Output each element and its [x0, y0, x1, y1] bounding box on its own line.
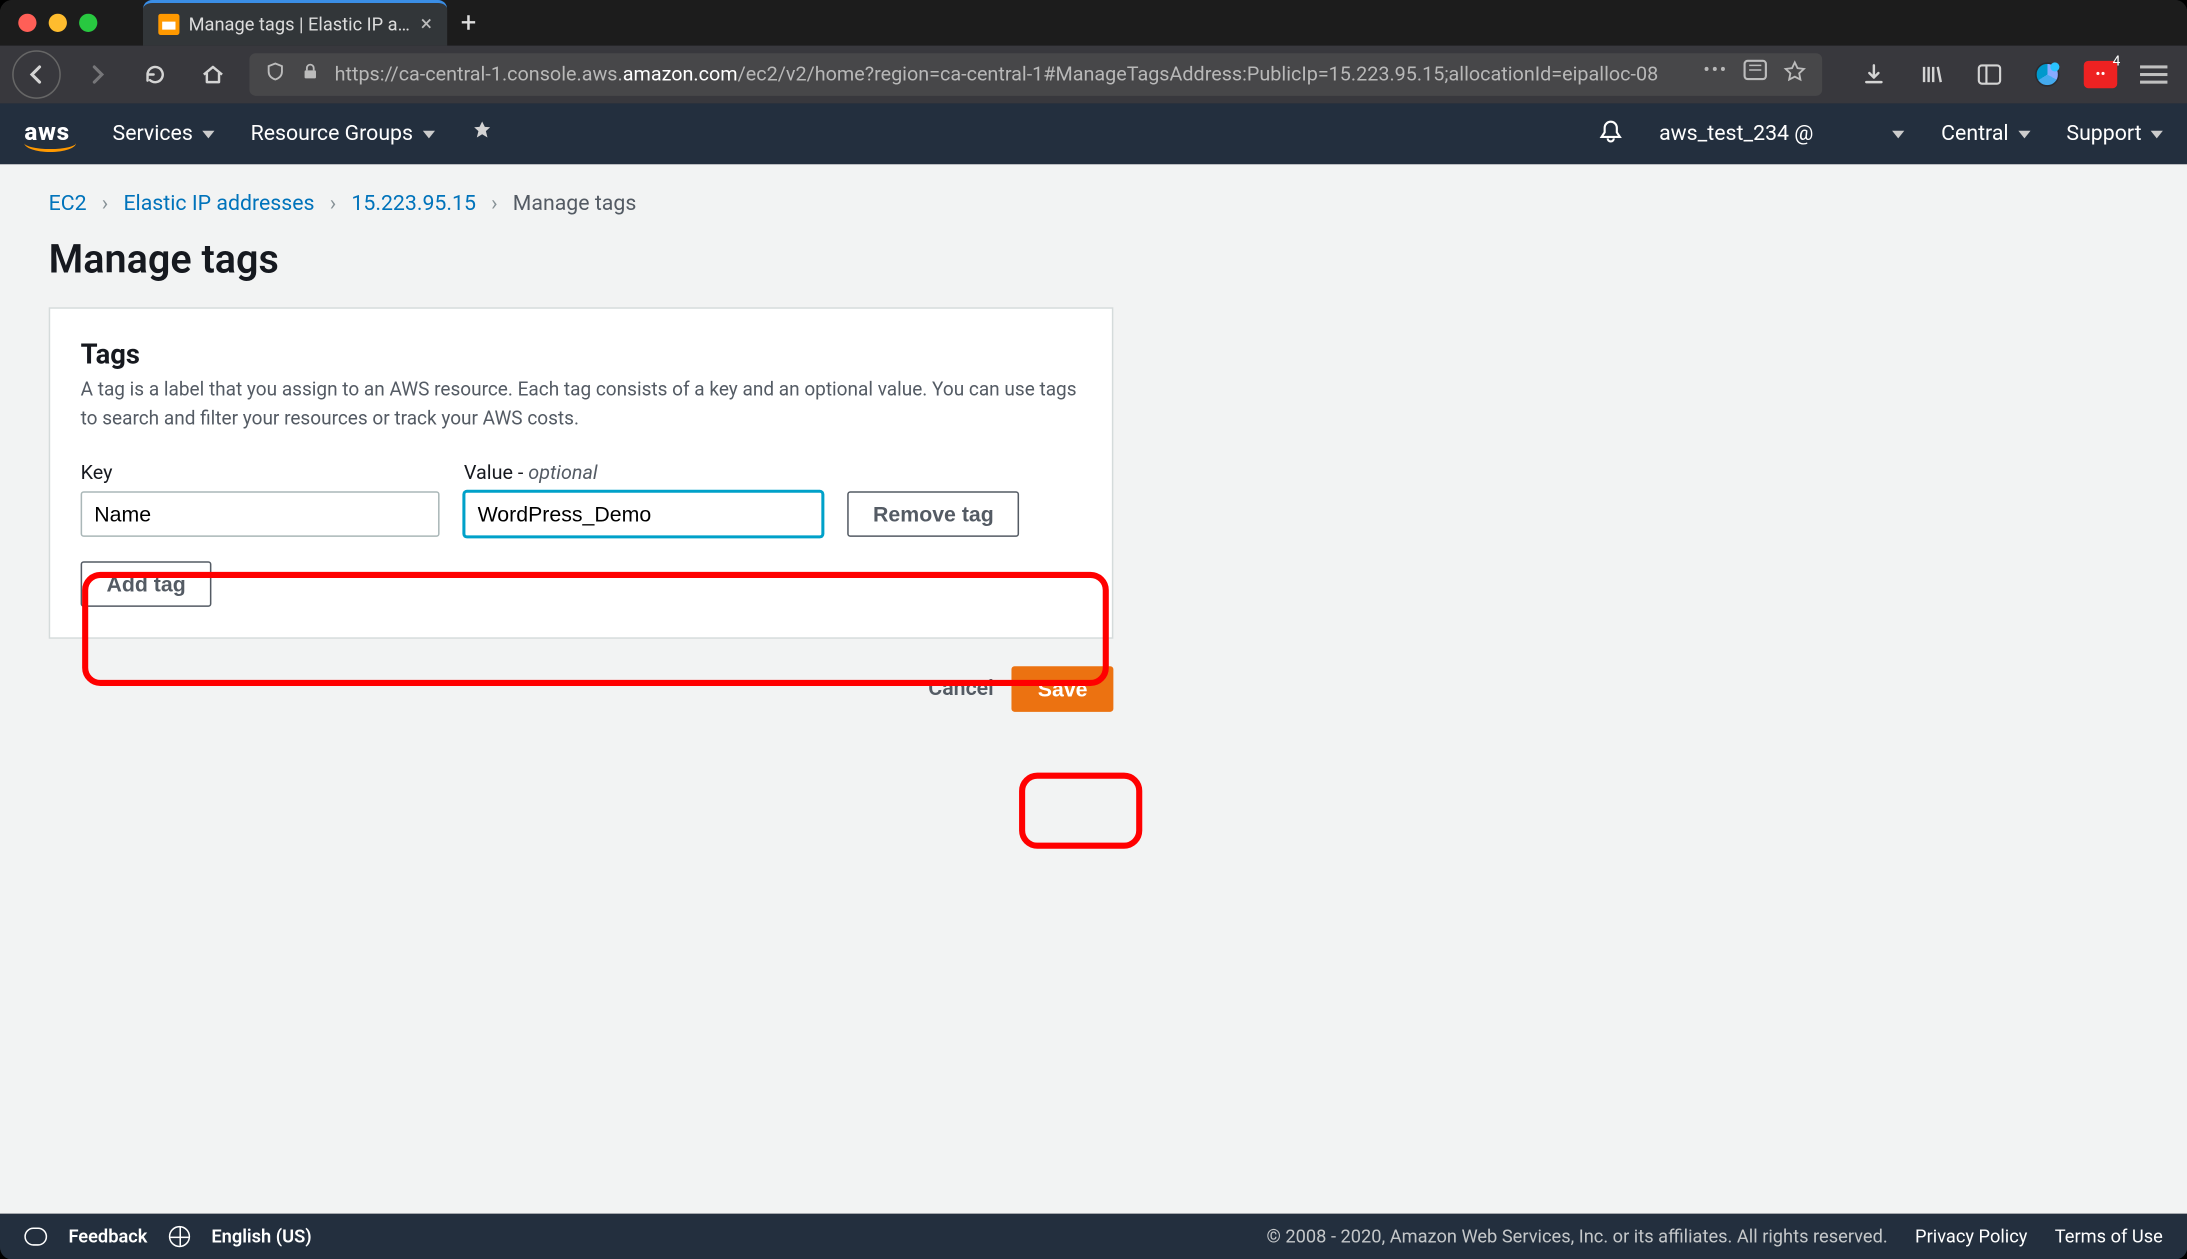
services-label: Services [113, 122, 193, 146]
breadcrumb-current: Manage tags [513, 192, 637, 216]
support-menu[interactable]: Support [2066, 122, 2162, 146]
chevron-down-icon [2018, 130, 2030, 138]
url-prefix: https://ca-central-1.console.aws. [335, 63, 623, 86]
tab-close-icon[interactable]: × [421, 12, 432, 36]
url-suffix: /ec2/v2/home?region=ca-central-1#ManageT… [738, 63, 1659, 86]
key-label: Key [81, 462, 440, 485]
page-title: Manage tags [49, 237, 2139, 283]
extension-badge[interactable]: ••4 [2084, 53, 2117, 96]
address-bar: https://ca-central-1.console.aws.amazon.… [0, 46, 2187, 104]
tag-row: Key Value - optional Remove tag [81, 462, 1082, 537]
tag-value-input[interactable] [464, 491, 823, 537]
shield-icon [265, 61, 286, 88]
globe-icon [169, 1226, 190, 1247]
nav-back-button[interactable] [12, 50, 61, 99]
titlebar: Manage tags | Elastic IP addres × + [0, 0, 2187, 46]
ellipsis-icon[interactable]: ••• [1703, 59, 1728, 89]
aws-header: aws Services Resource Groups aws_test_23… [0, 103, 2187, 164]
url-field[interactable]: https://ca-central-1.console.aws.amazon.… [249, 53, 1822, 96]
breadcrumb-ec2[interactable]: EC2 [49, 192, 87, 216]
pin-icon[interactable] [471, 120, 492, 147]
key-field: Key [81, 462, 440, 537]
nav-home-button[interactable] [192, 53, 235, 96]
traffic-lights [0, 14, 97, 32]
value-label: Value - optional [464, 462, 823, 485]
nav-reload-button[interactable] [134, 53, 177, 96]
feedback-link[interactable]: Feedback [68, 1226, 147, 1247]
library-button[interactable] [1910, 53, 1953, 96]
aws-footer: Feedback English (US) © 2008 - 2020, Ama… [0, 1214, 2187, 1259]
remove-tag-button[interactable]: Remove tag [847, 491, 1019, 537]
lock-icon [301, 62, 319, 86]
nav-forward-button[interactable] [76, 53, 119, 96]
notifications-bell-icon[interactable] [1598, 119, 1622, 149]
region-label: Central [1941, 122, 2008, 146]
url-domain: amazon.com [623, 63, 738, 86]
tab-strip: Manage tags | Elastic IP addres × + [143, 0, 490, 46]
account-label: aws_test_234 @ [1659, 122, 1813, 146]
chevron-down-icon [422, 130, 434, 138]
tags-panel: Tags A tag is a label that you assign to… [49, 307, 1114, 638]
support-label: Support [2066, 122, 2141, 146]
content-area: EC2 › Elastic IP addresses › 15.223.95.1… [0, 164, 2187, 1213]
browser-tab-active[interactable]: Manage tags | Elastic IP addres × [143, 0, 447, 46]
form-footer: Cancel Save [49, 665, 1114, 711]
new-tab-button[interactable]: + [447, 0, 490, 46]
window-minimize-button[interactable] [49, 14, 67, 32]
language-selector[interactable]: English (US) [211, 1226, 311, 1247]
region-menu[interactable]: Central [1941, 122, 2030, 146]
account-button[interactable] [2026, 53, 2069, 96]
value-label-optional: optional [528, 462, 597, 485]
sidebar-toggle-button[interactable] [1968, 53, 2011, 96]
favicon-aws-icon [158, 14, 179, 35]
terms-link[interactable]: Terms of Use [2055, 1226, 2163, 1247]
breadcrumb-eip[interactable]: Elastic IP addresses [123, 192, 314, 216]
account-menu[interactable]: aws_test_234 @ [1659, 122, 1905, 146]
chevron-down-icon [202, 130, 214, 138]
add-tag-button[interactable]: Add tag [81, 560, 212, 606]
chevron-right-icon: › [330, 192, 336, 216]
breadcrumb: EC2 › Elastic IP addresses › 15.223.95.1… [49, 192, 2139, 216]
chevron-right-icon: › [491, 192, 497, 216]
chevron-right-icon: › [102, 192, 108, 216]
feedback-icon [24, 1227, 47, 1245]
app-menu-button[interactable] [2132, 53, 2175, 96]
tab-title: Manage tags | Elastic IP addres [189, 14, 412, 35]
save-button[interactable]: Save [1012, 665, 1113, 711]
breadcrumb-ip[interactable]: 15.223.95.15 [351, 192, 476, 216]
panel-description: A tag is a label that you assign to an A… [81, 377, 1082, 434]
cancel-button[interactable]: Cancel [928, 676, 993, 700]
browser-window: Manage tags | Elastic IP addres × + [0, 0, 2187, 1259]
panel-title: Tags [81, 339, 1082, 371]
aws-header-right: aws_test_234 @ Central Support [1598, 119, 2163, 149]
services-menu[interactable]: Services [113, 122, 215, 146]
resource-groups-menu[interactable]: Resource Groups [251, 122, 435, 146]
chevron-down-icon [2151, 130, 2163, 138]
privacy-link[interactable]: Privacy Policy [1915, 1226, 2027, 1247]
tag-key-input[interactable] [81, 491, 440, 537]
downloads-button[interactable] [1853, 53, 1896, 96]
bookmark-star-icon[interactable] [1783, 59, 1807, 89]
reader-icon[interactable] [1743, 59, 1767, 89]
window-maximize-button[interactable] [79, 14, 97, 32]
url-text: https://ca-central-1.console.aws.amazon.… [335, 63, 1688, 86]
chevron-down-icon [1893, 130, 1905, 138]
copyright-text: © 2008 - 2020, Amazon Web Services, Inc.… [1267, 1226, 1888, 1247]
value-label-prefix: Value - [464, 462, 528, 485]
value-field: Value - optional [464, 462, 823, 537]
aws-logo[interactable]: aws [24, 116, 76, 151]
window-close-button[interactable] [18, 14, 36, 32]
resource-groups-label: Resource Groups [251, 122, 413, 146]
